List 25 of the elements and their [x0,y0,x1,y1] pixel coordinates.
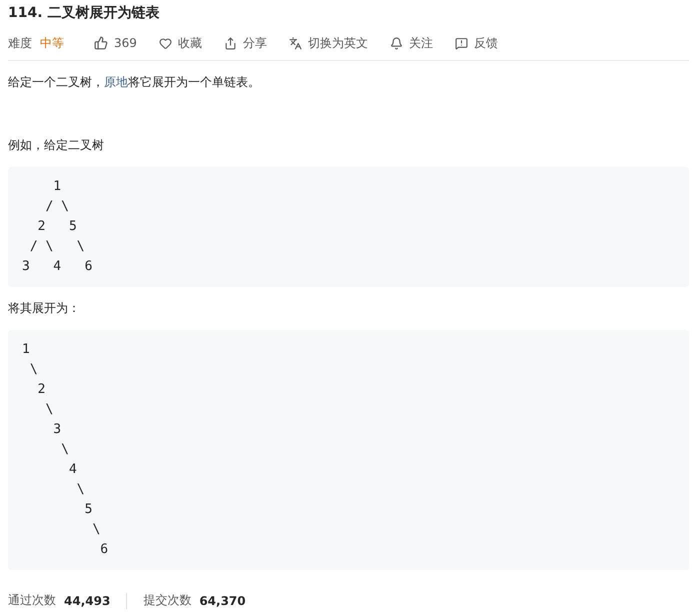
stat-value: 44,493 [64,594,110,608]
problem-title: 114. 二叉树展开为链表 [8,4,160,23]
thumbs-up-icon [94,36,108,50]
feedback-button[interactable]: 反馈 [454,34,498,52]
difficulty-value: 中等 [40,34,64,52]
message-icon [454,36,468,50]
like-button[interactable]: 369 [94,36,137,50]
paragraph: 将其展开为： [8,300,81,317]
code-block: 1 \ 2 \ 3 \ 4 \ 5 \ 6 [8,330,689,570]
stat-value: 64,370 [199,594,246,608]
paragraph: 给定一个二叉树，原地将它展开为一个单链表。 [8,74,261,91]
share-button[interactable]: 分享 [224,34,267,52]
translate-button[interactable]: 切换为英文 [288,34,368,52]
code-block: 1 / \ 2 5 / \ \ 3 4 6 [8,167,689,287]
follow-button[interactable]: 关注 [390,34,433,52]
favorite-button[interactable]: 收藏 [158,34,202,52]
translate-icon [288,36,302,50]
paragraph: 例如，给定二叉树 [8,137,105,154]
bell-icon [390,36,403,50]
stat-label: 提交次数 [143,592,192,609]
text-link[interactable]: 原地 [104,75,128,89]
share-icon [224,36,237,50]
difficulty-label: 难度 [8,34,32,52]
stat-label: 通过次数 [8,592,56,609]
heart-icon [158,36,172,50]
